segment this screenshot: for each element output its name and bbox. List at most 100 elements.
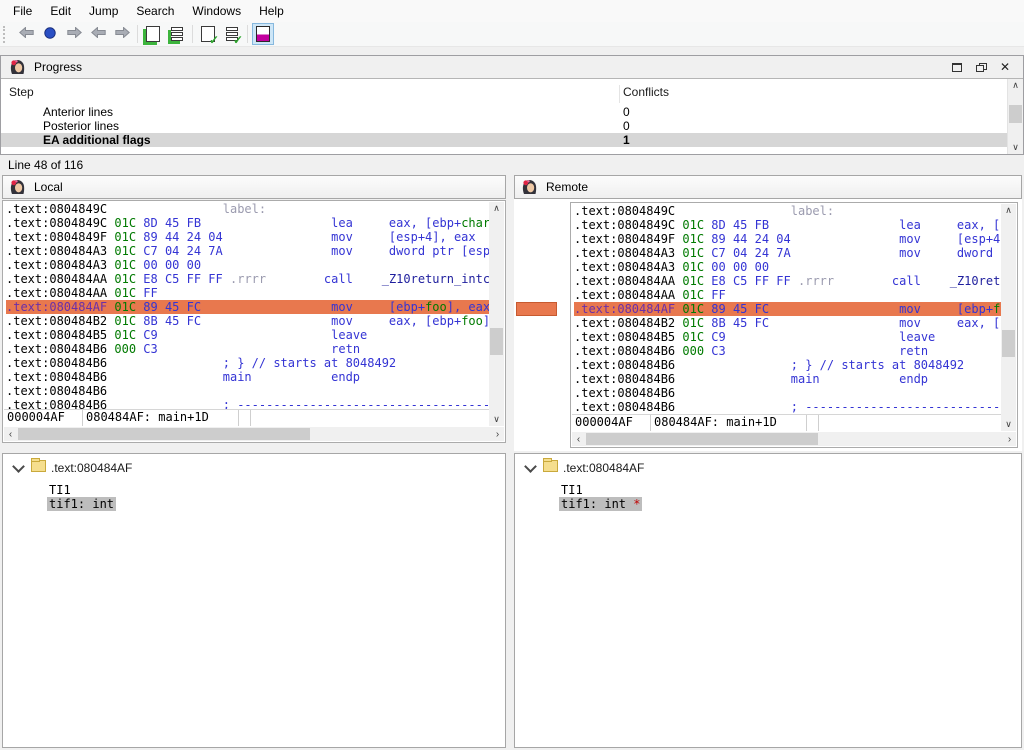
toolbar-grip[interactable] [3, 26, 10, 43]
scroll-right-icon[interactable]: › [491, 427, 504, 441]
asm-line[interactable]: .text:080484B6 main endp [574, 372, 1001, 386]
asm-line[interactable]: .text:0804849C 01C 8D 45 FB lea eax, [eb… [574, 218, 1001, 232]
asm-line[interactable]: .text:080484B6 ; } // starts at 8048492 [574, 358, 1001, 372]
restore-button[interactable] [969, 59, 993, 75]
scroll-up-icon[interactable]: ∧ [1001, 204, 1016, 217]
asm-line[interactable]: .text:080484B6 000 C3 retn [6, 342, 489, 356]
asm-line[interactable]: .text:080484B6 ; -----------------------… [574, 400, 1001, 414]
local-pane-header[interactable]: Local [2, 175, 506, 199]
remote-type-panel: .text:080484AF TI1 tif1: int * [514, 453, 1022, 748]
chevron-down-icon[interactable] [12, 460, 25, 473]
remote-status-line: 000004AF 080484AF: main+1D [572, 414, 1001, 431]
progress-row[interactable]: Anterior lines 0 [1, 105, 1007, 119]
asm-line[interactable]: .text:080484AA 01C E8 C5 FF FF .rrrr cal… [574, 274, 1001, 288]
progress-title-bar[interactable]: Progress ✕ [1, 56, 1023, 78]
remote-horizontal-scrollbar[interactable]: ‹ › [572, 432, 1016, 446]
back-button[interactable] [15, 23, 37, 45]
asm-line[interactable]: .text:080484A3 01C C7 04 24 7A mov dword… [6, 244, 489, 258]
asm-line[interactable]: .text:080484B5 01C C9 leave [574, 330, 1001, 344]
accept-list-button[interactable] [221, 23, 243, 45]
menu-search[interactable]: Search [127, 1, 183, 21]
menu-file[interactable]: File [4, 1, 41, 21]
type-text: tif1: int [561, 497, 626, 511]
scroll-up-icon[interactable]: ∧ [489, 202, 504, 215]
tree-node-address[interactable]: .text:080484AF [563, 461, 644, 475]
scroll-right-icon[interactable]: › [1003, 432, 1016, 446]
asm-line[interactable]: .text:080484B6 [6, 384, 489, 398]
asm-line[interactable]: .text:0804849C 01C 8D 45 FB lea eax, [eb… [6, 216, 489, 230]
accept-page-button[interactable] [197, 23, 219, 45]
maximize-button[interactable] [945, 59, 969, 75]
progress-row[interactable]: EA additional flags 1 [1, 133, 1007, 147]
asm-line[interactable]: .text:080484B2 01C 8B 45 FC mov eax, [eb… [6, 314, 489, 328]
scroll-left-icon[interactable]: ‹ [4, 427, 17, 441]
scrollbar-thumb[interactable] [490, 328, 503, 355]
type-record-name[interactable]: TI1 [561, 483, 583, 497]
scrollbar-thumb[interactable] [1009, 105, 1022, 123]
asm-line[interactable]: .text:080484B6 ; } // starts at 8048492 [6, 356, 489, 370]
export-list-button[interactable] [166, 23, 188, 45]
current-position-button[interactable] [39, 23, 61, 45]
scroll-left-icon[interactable]: ‹ [572, 432, 585, 446]
remote-pane-area: .text:0804849C label:.text:0804849C 01C … [514, 199, 1022, 451]
column-divider [619, 85, 620, 103]
scrollbar-thumb[interactable] [18, 428, 310, 440]
progress-row[interactable]: Posterior lines 0 [1, 119, 1007, 133]
remote-pane-header[interactable]: Remote [514, 175, 1022, 199]
scroll-down-icon[interactable]: ∨ [1008, 141, 1023, 154]
scroll-up-icon[interactable]: ∧ [1008, 79, 1023, 92]
asm-line[interactable]: .text:080484B6 000 C3 retn [574, 344, 1001, 358]
folder-icon[interactable] [31, 460, 46, 472]
local-horizontal-scrollbar[interactable]: ‹ › [4, 427, 504, 441]
progress-window: Progress ✕ Step Conflicts Anterior lines… [0, 55, 1024, 155]
remote-vertical-scrollbar[interactable]: ∧ ∨ [1001, 204, 1016, 431]
folder-icon[interactable] [543, 460, 558, 472]
chevron-down-icon[interactable] [524, 460, 537, 473]
type-record-value[interactable]: tif1: int [47, 497, 116, 511]
progress-step-cell: Anterior lines [43, 105, 113, 119]
scroll-down-icon[interactable]: ∨ [489, 413, 504, 426]
asm-line[interactable]: .text:080484A3 01C C7 04 24 7A mov dword… [574, 246, 1001, 260]
menu-edit[interactable]: Edit [41, 1, 80, 21]
asm-line[interactable]: .text:080484A3 01C 00 00 00 [574, 260, 1001, 274]
local-disassembly-rows: .text:0804849C label:.text:0804849C 01C … [4, 202, 489, 410]
toolbar-separator [137, 25, 138, 43]
tree-node-address[interactable]: .text:080484AF [51, 461, 132, 475]
asm-line[interactable]: .text:0804849F 01C 89 44 24 04 mov [esp+… [6, 230, 489, 244]
forward-button[interactable] [63, 23, 85, 45]
asm-line[interactable]: .text:080484A3 01C 00 00 00 [6, 258, 489, 272]
asm-line[interactable]: .text:080484AF 01C 89 45 FC mov [ebp+foo… [6, 300, 489, 314]
close-icon[interactable]: ✕ [993, 59, 1017, 75]
scrollbar-thumb[interactable] [586, 433, 818, 445]
asm-line[interactable]: .text:080484AA 01C FF [6, 286, 489, 300]
asm-line[interactable]: .text:080484B2 01C 8B 45 FC mov eax, [eb… [574, 316, 1001, 330]
asm-line[interactable]: .text:080484AF 01C 89 45 FC mov [ebp+foo… [574, 302, 1001, 316]
menu-windows[interactable]: Windows [183, 1, 250, 21]
prev-difference-button[interactable] [87, 23, 109, 45]
asm-line[interactable]: .text:0804849C label: [574, 204, 1001, 218]
type-record-name[interactable]: TI1 [49, 483, 71, 497]
asm-line[interactable]: .text:0804849C label: [6, 202, 489, 216]
menu-help[interactable]: Help [250, 1, 293, 21]
next-difference-button[interactable] [111, 23, 133, 45]
asm-line[interactable]: .text:080484B6 main endp [6, 370, 489, 384]
progress-scrollbar[interactable]: ∧ ∨ [1007, 79, 1023, 154]
asm-line[interactable]: .text:080484B5 01C C9 leave [6, 328, 489, 342]
asm-line[interactable]: .text:0804849F 01C 89 44 24 04 mov [esp+… [574, 232, 1001, 246]
remote-pane-title: Remote [546, 180, 588, 194]
export-page-button[interactable] [142, 23, 164, 45]
type-record-value[interactable]: tif1: int * [559, 497, 642, 511]
scrollbar-thumb[interactable] [1002, 330, 1015, 357]
asm-line[interactable]: .text:080484B6 [574, 386, 1001, 400]
asm-line[interactable]: .text:080484AA 01C FF [574, 288, 1001, 302]
toolbar-separator [192, 25, 193, 43]
merge-view-button[interactable] [252, 23, 274, 45]
step-column-header[interactable]: Step [9, 85, 34, 99]
local-vertical-scrollbar[interactable]: ∧ ∨ [489, 202, 504, 426]
conflicts-column-header[interactable]: Conflicts [623, 85, 669, 99]
remote-disassembly-rows: .text:0804849C label:.text:0804849C 01C … [572, 204, 1001, 415]
address-cell: 080484AF: main+1D [83, 410, 239, 426]
scroll-down-icon[interactable]: ∨ [1001, 418, 1016, 431]
asm-line[interactable]: .text:080484AA 01C E8 C5 FF FF .rrrr cal… [6, 272, 489, 286]
menu-jump[interactable]: Jump [80, 1, 127, 21]
